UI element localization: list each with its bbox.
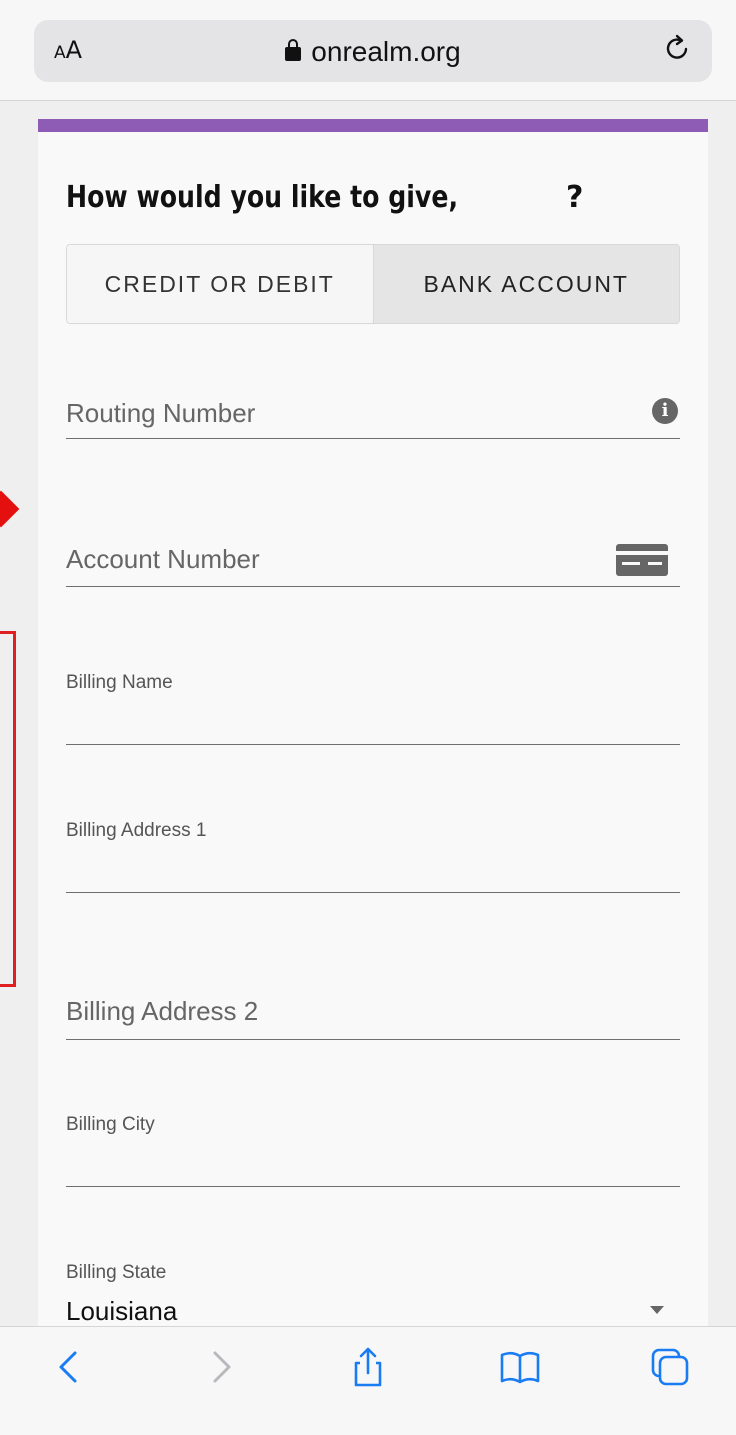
- card-icon: [616, 544, 668, 576]
- tab-bank-account[interactable]: BANK ACCOUNT: [372, 245, 679, 323]
- chevron-down-icon: [650, 1306, 664, 1314]
- share-icon[interactable]: [346, 1345, 390, 1389]
- browser-bottom-toolbar: [0, 1326, 736, 1435]
- billing-city-field[interactable]: Billing City: [66, 1114, 680, 1187]
- info-icon[interactable]: i: [652, 398, 678, 424]
- billing-address1-label: Billing Address 1: [66, 820, 207, 841]
- form-heading: How would you like to give,: [66, 180, 459, 215]
- bookmarks-icon[interactable]: [498, 1345, 542, 1389]
- billing-address1-field[interactable]: Billing Address 1: [66, 820, 680, 893]
- billing-name-label: Billing Name: [66, 672, 173, 693]
- annotation-frame: [0, 631, 16, 987]
- routing-number-placeholder: Routing Number: [66, 398, 256, 428]
- back-icon[interactable]: [48, 1345, 92, 1389]
- account-number-field[interactable]: Account Number: [66, 536, 680, 587]
- screen: AA onrealm.org How would you like to giv…: [0, 0, 736, 1435]
- tab-credit-or-debit[interactable]: CREDIT OR DEBIT: [67, 245, 373, 323]
- lock-icon: [285, 39, 302, 61]
- payment-method-tabs: CREDIT OR DEBIT BANK ACCOUNT: [66, 244, 680, 324]
- annotation-arrow: [0, 490, 20, 528]
- tabs-icon[interactable]: [648, 1345, 692, 1389]
- billing-city-label: Billing City: [66, 1114, 155, 1135]
- reload-icon[interactable]: [662, 32, 694, 64]
- web-page: How would you like to give, ? CREDIT OR …: [0, 101, 736, 1326]
- billing-name-field[interactable]: Billing Name: [66, 672, 680, 745]
- giving-form-card: How would you like to give, ? CREDIT OR …: [38, 119, 708, 1326]
- billing-state-label: Billing State: [66, 1262, 167, 1283]
- forward-icon[interactable]: [198, 1345, 242, 1389]
- billing-state-value: Louisiana: [66, 1296, 178, 1326]
- form-heading-end: ?: [566, 180, 584, 215]
- address-bar[interactable]: AA onrealm.org: [34, 20, 712, 82]
- billing-state-select[interactable]: Billing State Louisiana: [66, 1262, 680, 1326]
- routing-number-field[interactable]: Routing Number i: [66, 390, 680, 439]
- account-number-placeholder: Account Number: [66, 544, 260, 574]
- browser-top-bar: AA onrealm.org: [0, 0, 736, 101]
- billing-address2-field[interactable]: Billing Address 2: [66, 988, 680, 1040]
- billing-address2-placeholder: Billing Address 2: [66, 996, 259, 1026]
- domain-text: onrealm.org: [311, 36, 461, 67]
- url-display[interactable]: onrealm.org: [34, 36, 712, 68]
